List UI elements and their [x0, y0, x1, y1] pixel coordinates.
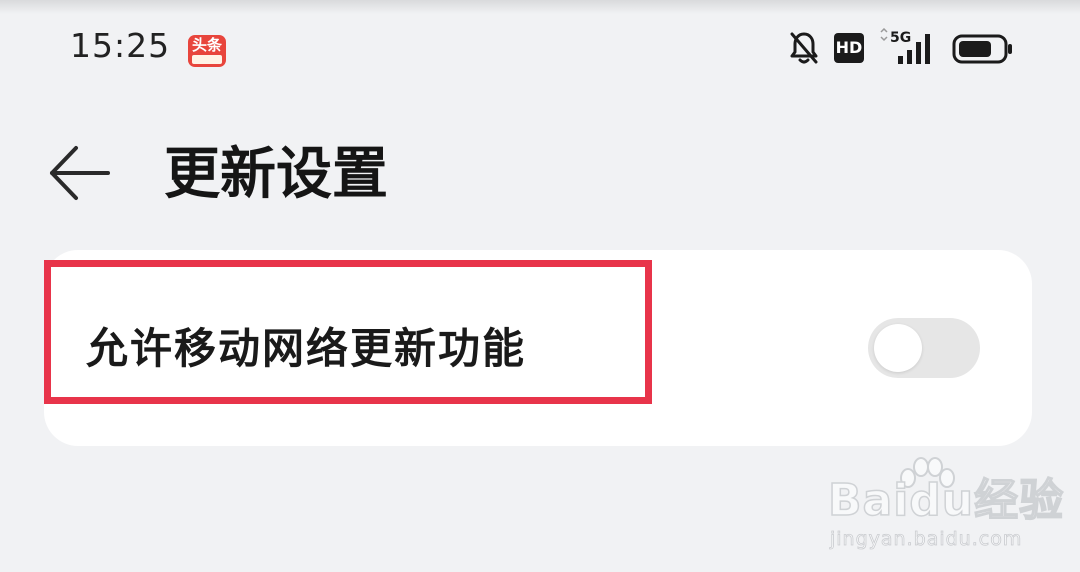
- toggle-knob: [874, 324, 922, 372]
- watermark-sub-text: jingyan.baidu.com: [830, 528, 1023, 551]
- baidu-jingyan-watermark: Baidu经验 jingyan.baidu.com: [827, 456, 1064, 556]
- status-time: 15:25: [70, 26, 171, 65]
- watermark-main-text: Baidu经验: [827, 475, 1065, 527]
- app-badge-strip: [192, 55, 222, 64]
- page-title: 更新设置: [164, 142, 388, 207]
- back-arrow-icon[interactable]: [44, 140, 114, 206]
- mobile-network-update-toggle[interactable]: [868, 318, 980, 378]
- status-bar: 15:25 头条 HD 5G: [0, 0, 1080, 100]
- signal-5g-icon: 5G: [880, 28, 930, 64]
- network-type-label: 5G: [890, 30, 911, 46]
- hd-icon: HD: [834, 33, 864, 63]
- bell-off-icon: [790, 32, 818, 64]
- battery-icon: [952, 34, 1012, 64]
- app-badge-text: 头条: [191, 36, 222, 54]
- annotation-highlight-box: [44, 260, 652, 404]
- toutiao-app-icon: 头条: [188, 35, 226, 67]
